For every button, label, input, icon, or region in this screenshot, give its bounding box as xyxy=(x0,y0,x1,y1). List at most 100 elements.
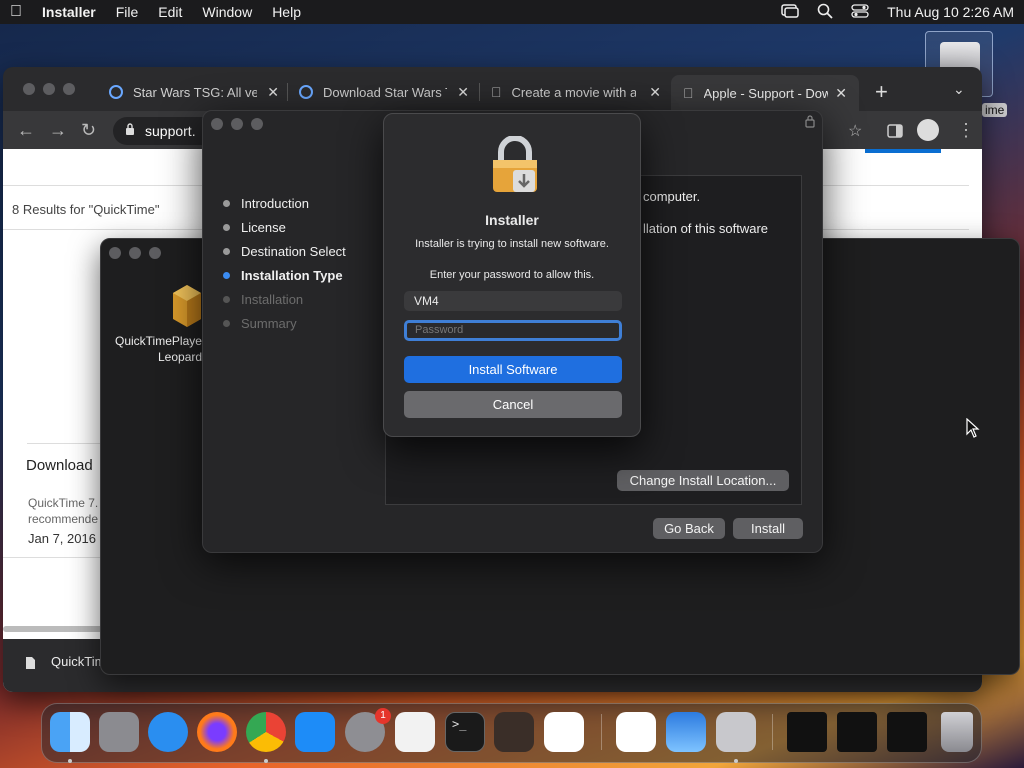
go-back-button[interactable]: Go Back xyxy=(653,518,725,539)
download-file-name[interactable]: QuickTim xyxy=(51,654,105,669)
menu-clock[interactable]: Thu Aug 10 2:26 AM xyxy=(887,4,1014,20)
minimized-window-thumbnail[interactable] xyxy=(837,712,877,752)
browser-tab-2[interactable]: Download Star Wars T ✕ xyxy=(299,79,469,105)
spotlight-search-icon[interactable] xyxy=(817,3,833,22)
dialog-prompt: Enter your password to allow this. xyxy=(429,269,595,281)
package-name-line2[interactable]: Leopard xyxy=(158,350,202,364)
installer-close-button[interactable] xyxy=(211,118,223,130)
installer-zoom-button[interactable] xyxy=(251,118,263,130)
installer-minimize-button[interactable] xyxy=(231,118,243,130)
installer-lock-icon xyxy=(805,115,815,131)
step-label: Introduction xyxy=(241,196,309,211)
profile-avatar-icon[interactable] xyxy=(917,119,939,141)
step-label: Installation Type xyxy=(241,268,343,283)
safari-app-icon[interactable] xyxy=(148,712,188,752)
textedit-app-icon[interactable] xyxy=(395,712,435,752)
menu-bar:  Installer File Edit Window Help Thu Au… xyxy=(0,0,1024,24)
control-center-icon[interactable] xyxy=(851,3,869,21)
forward-arrow-icon[interactable]: → xyxy=(49,120,67,141)
new-tab-button[interactable]: + xyxy=(875,79,888,105)
tab-close-icon[interactable]: ✕ xyxy=(451,84,469,101)
result-description: QuickTime 7. xyxy=(28,496,99,510)
tab-close-icon[interactable]: ✕ xyxy=(829,85,847,102)
tab-close-icon[interactable]: ✕ xyxy=(643,84,661,101)
menu-help[interactable]: Help xyxy=(272,4,301,20)
browser-tab-3[interactable]:  Create a movie with ar ✕ xyxy=(491,79,661,105)
app-store-app-icon[interactable] xyxy=(295,712,335,752)
dialog-message: Installer is trying to install new softw… xyxy=(415,238,609,250)
package-icon[interactable] xyxy=(169,279,205,327)
browser-tab-title: Apple - Support - Dow xyxy=(693,85,828,101)
minimized-window-thumbnail[interactable] xyxy=(887,712,927,752)
step-license: License xyxy=(223,220,286,235)
chrome-app-icon[interactable] xyxy=(246,712,286,752)
menu-app-name[interactable]: Installer xyxy=(42,4,96,20)
tab-favicon-icon xyxy=(109,85,123,99)
cancel-button[interactable]: Cancel xyxy=(404,391,622,418)
tab-divider xyxy=(479,83,480,101)
address-text: support. xyxy=(145,123,196,139)
running-indicator xyxy=(264,759,268,763)
horizontal-scrollbar[interactable] xyxy=(3,626,113,632)
garageband-app-icon[interactable] xyxy=(494,712,534,752)
download-heading[interactable]: Download xyxy=(26,457,93,474)
password-field[interactable]: Password xyxy=(404,320,622,341)
back-arrow-icon[interactable]: ← xyxy=(17,120,35,141)
tab-close-icon[interactable]: ✕ xyxy=(261,84,279,101)
divider xyxy=(3,557,113,558)
browser-minimize-button[interactable] xyxy=(43,83,55,95)
package-name-line1[interactable]: QuickTimePlaye xyxy=(115,334,202,348)
side-panel-icon[interactable] xyxy=(887,122,903,143)
browser-tab-1[interactable]: Star Wars TSG: All ver ✕ xyxy=(109,79,279,105)
results-count-text: 8 Results for "QuickTime" xyxy=(12,202,160,217)
visual-studio-app-icon[interactable] xyxy=(616,712,656,752)
reload-icon[interactable]: ↻ xyxy=(81,120,96,141)
tab-search-chevron-icon[interactable]: ⌄ xyxy=(953,81,965,98)
step-summary: Summary xyxy=(223,316,297,331)
terminal-app-icon[interactable]: >_ xyxy=(445,712,485,752)
menu-window[interactable]: Window xyxy=(202,4,252,20)
notification-badge: 1 xyxy=(375,708,391,724)
page-blue-button[interactable] xyxy=(865,149,941,153)
trash-icon[interactable] xyxy=(941,712,973,752)
step-dot-icon xyxy=(223,224,230,231)
install-software-button[interactable]: Install Software xyxy=(404,356,622,383)
installer-app-icon[interactable] xyxy=(716,712,756,752)
more-menu-icon[interactable]: ⋮ xyxy=(957,120,975,141)
vscode-app-icon[interactable] xyxy=(544,712,584,752)
launchpad-app-icon[interactable] xyxy=(99,712,139,752)
step-installation: Installation xyxy=(223,292,303,307)
step-introduction: Introduction xyxy=(223,196,309,211)
apple-menu-icon[interactable]:  xyxy=(10,3,22,21)
bookmark-star-icon[interactable]: ☆ xyxy=(848,121,862,141)
installer-padlock-icon xyxy=(489,135,541,196)
step-dot-icon xyxy=(223,248,230,255)
change-install-location-button[interactable]: Change Install Location... xyxy=(617,470,789,491)
dialog-title: Installer xyxy=(485,212,539,228)
install-button[interactable]: Install xyxy=(733,518,803,539)
weather-app-icon[interactable] xyxy=(666,712,706,752)
finder-zoom-button[interactable] xyxy=(149,247,161,259)
dock-separator xyxy=(772,714,773,750)
menu-file[interactable]: File xyxy=(116,4,139,20)
step-label: Installation xyxy=(241,292,304,307)
finder-minimize-button[interactable] xyxy=(129,247,141,259)
browser-close-button[interactable] xyxy=(23,83,35,95)
installer-body-text: computer. xyxy=(643,189,701,204)
finder-close-button[interactable] xyxy=(109,247,121,259)
minimized-window-thumbnail[interactable] xyxy=(787,712,827,752)
menu-edit[interactable]: Edit xyxy=(158,4,182,20)
tab-divider xyxy=(287,83,288,101)
apple-favicon-icon:  xyxy=(683,85,694,101)
running-indicator xyxy=(68,759,72,763)
browser-tab-title: Download Star Wars T xyxy=(323,84,447,100)
installer-body-text: llation of this software xyxy=(643,221,769,236)
browser-zoom-button[interactable] xyxy=(63,83,75,95)
username-field[interactable]: VM4 xyxy=(404,291,622,311)
running-indicator xyxy=(734,759,738,763)
browser-tab-4-active[interactable]:  Apple - Support - Dow ✕ xyxy=(671,75,859,111)
screen-mirroring-icon[interactable] xyxy=(781,3,799,21)
step-label: Destination Select xyxy=(241,244,346,259)
finder-app-icon[interactable] xyxy=(50,712,90,752)
firefox-app-icon[interactable] xyxy=(197,712,237,752)
